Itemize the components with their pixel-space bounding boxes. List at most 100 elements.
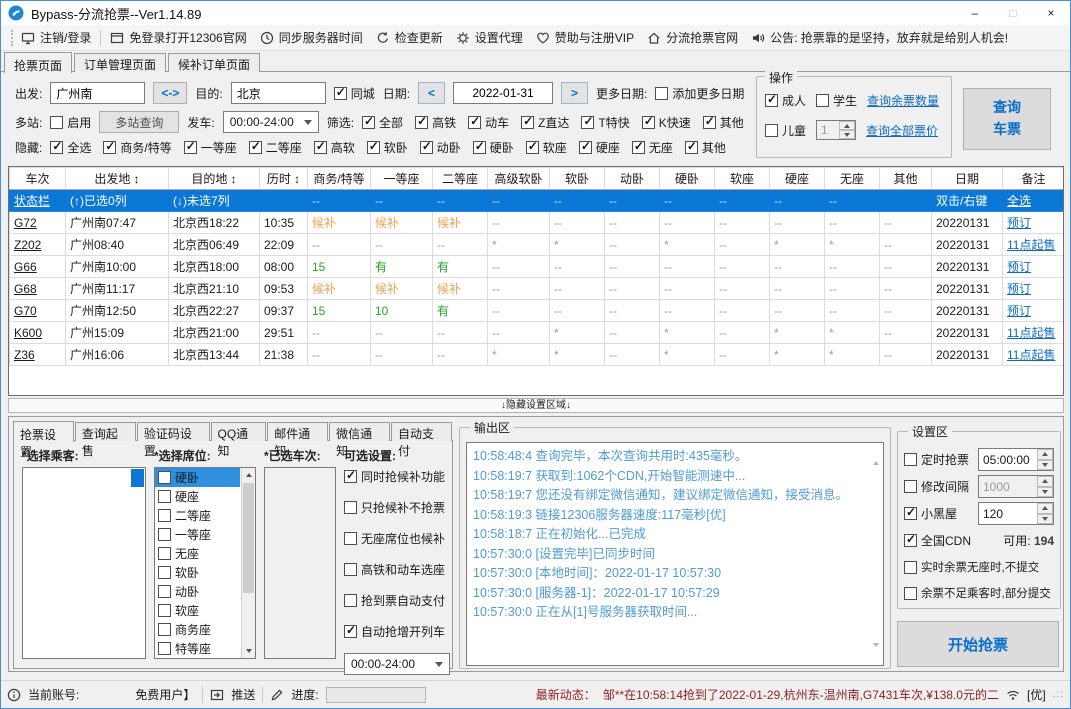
child-count-spinner[interactable]: 1 [816,120,857,140]
option-高铁和动车选座[interactable]: 高铁和动车选座 [344,558,452,580]
seat-checkbox-软卧[interactable]: 软卧 [158,564,199,581]
toolbar-item-3[interactable]: 同步服务器时间 [260,29,363,46]
seat-list-scrollbar[interactable] [241,468,255,658]
spinner-arrows[interactable] [1037,503,1053,524]
column-header-9[interactable]: 软卧 [549,167,605,190]
hide-checkbox-软座[interactable]: 软座 [525,139,567,156]
train-number[interactable]: G68 [9,277,66,300]
seat-option-特等座[interactable]: 特等座 [155,639,240,658]
passenger-list-selection[interactable] [131,469,144,487]
train-number[interactable]: K600 [9,321,66,344]
selected-trains-listbox[interactable] [264,467,336,659]
settings-tab-微信通知[interactable]: 微信通知 [329,422,391,458]
hide-checkbox-其他[interactable]: 其他 [684,139,726,156]
date-next-button[interactable]: > [561,82,589,104]
timed-grab-spinner[interactable]: 05:00:00 [978,448,1054,471]
blackroom-checkbox[interactable]: 小黑屋 [904,505,957,522]
note-link[interactable]: 全选 [1002,189,1063,212]
hide-checkbox-商务/特等[interactable]: 商务/特等 [103,139,172,156]
settings-tab-验证码设置[interactable]: 验证码设置 [136,422,210,458]
seat-checkbox-硬座[interactable]: 硬座 [158,488,199,505]
scroll-down-icon[interactable] [873,643,879,661]
passenger-listbox[interactable] [22,467,146,659]
depart-station-input[interactable] [50,82,146,104]
seat-option-硬卧[interactable]: 硬卧 [155,468,240,487]
multi-station-query-button[interactable]: 多站查询 [99,111,180,133]
column-header-17[interactable]: 备注 [1002,167,1063,190]
toolbar-item-5[interactable]: 设置代理 [456,29,523,46]
filter-checkbox-高铁[interactable]: 高铁 [415,114,456,131]
seat-option-一等座[interactable]: 一等座 [155,525,240,544]
train-row-G68[interactable]: G68 广州南11:17 北京西21:10 09:53 候补 候补 候补 -- -- -- -- --… [9,277,1063,300]
train-number[interactable]: 状态栏 [9,189,66,212]
settings-tab-抢票设置[interactable]: 抢票设置 [13,421,74,459]
national-cdn-checkbox[interactable]: 全国CDN [904,532,971,549]
page-tab-候补订单页面[interactable]: 候补订单页面 [168,53,261,72]
spinner-arrows[interactable] [839,121,856,139]
filter-checkbox-Z直达[interactable]: Z直达 [521,114,569,131]
date-input[interactable] [453,82,554,104]
train-row-G70[interactable]: G70 广州南12:50 北京西22:27 09:37 15 10 有 -- -- -- -- -- -… [9,299,1063,322]
blackroom-spinner[interactable]: 120 [978,502,1054,525]
interval-spinner[interactable]: 1000 [978,475,1054,498]
filter-checkbox-T特快[interactable]: T特快 [581,114,630,131]
partial-submit-checkbox[interactable]: 余票不足乘客时,部分提交 [904,585,1051,601]
note-link[interactable]: 预订 [1002,299,1063,322]
seat-checkbox-软座[interactable]: 软座 [158,602,199,619]
destination-station-input[interactable] [230,82,326,104]
column-header-14[interactable]: 无座 [824,167,880,190]
grab-time-range-dropdown[interactable]: 00:00-24:00 [344,653,450,675]
option-同时抢候补功能[interactable]: 同时抢候补功能 [344,465,452,487]
toolbar-item-7[interactable]: 分流抢票官网 [647,29,738,46]
depart-time-dropdown[interactable]: 00:00-24:00 [222,111,319,133]
timed-grab-checkbox[interactable]: 定时抢票 [904,451,969,468]
query-tickets-button[interactable]: 查询 车票 [963,88,1051,150]
scrollbar-thumb[interactable] [243,483,254,593]
column-header-13[interactable]: 硬座 [769,167,825,190]
hide-checkbox-二等座[interactable]: 二等座 [248,139,302,156]
column-header-7[interactable]: 二等座 [432,167,488,190]
multi-station-enable-checkbox[interactable]: 启用 [50,114,91,131]
seat-option-软卧[interactable]: 软卧 [155,563,240,582]
settings-tab-自动支付[interactable]: 自动支付 [391,422,452,458]
scroll-down-icon[interactable] [242,644,255,658]
hide-checkbox-硬卧[interactable]: 硬卧 [472,139,514,156]
note-link[interactable]: 11点起售 [1002,321,1063,344]
hide-checkbox-动卧[interactable]: 动卧 [419,139,461,156]
note-link[interactable]: 预订 [1002,255,1063,278]
column-header-8[interactable]: 高级软卧 [487,167,550,190]
page-tab-抢票页面[interactable]: 抢票页面 [4,52,73,73]
scroll-up-icon[interactable] [873,447,879,465]
filter-checkbox-K快速[interactable]: K快速 [641,114,691,131]
toolbar-item-6[interactable]: 赞助与注册VIP [536,29,634,46]
hide-checkbox-一等座[interactable]: 一等座 [183,139,237,156]
seat-option-二等座[interactable]: 二等座 [155,506,240,525]
seat-checkbox-商务座[interactable]: 商务座 [158,621,211,638]
seat-option-商务座[interactable]: 商务座 [155,620,240,639]
no-seat-no-submit-checkbox[interactable]: 实时余票无座时,不提交 [904,559,1039,575]
column-header-16[interactable]: 日期 [931,167,1003,190]
push-label[interactable]: 推送 [231,686,255,703]
train-row-Z36[interactable]: Z36 广州16:06 北京西13:44 21:38 -- -- -- * * -- * -- * * --… [9,343,1063,366]
filter-checkbox-其他[interactable]: 其他 [702,114,744,131]
note-link[interactable]: 11点起售 [1002,233,1063,256]
column-header-4[interactable]: 历时 ↕ [259,167,308,190]
hide-checkbox-高软[interactable]: 高软 [313,139,355,156]
seat-checkbox-无座[interactable]: 无座 [158,545,199,562]
add-more-dates-checkbox[interactable]: 添加更多日期 [655,85,744,102]
toolbar-item-4[interactable]: 检查更新 [376,29,443,46]
note-link[interactable]: 预订 [1002,211,1063,234]
seat-option-无座[interactable]: 无座 [155,544,240,563]
hide-checkbox-全选[interactable]: 全选 [50,139,91,156]
column-header-5[interactable]: 商务/特等 [307,167,371,190]
hide-checkbox-无座[interactable]: 无座 [631,139,673,156]
child-checkbox[interactable]: 儿童 [765,122,806,139]
filter-checkbox-动车[interactable]: 动车 [468,114,509,131]
seat-option-动卧[interactable]: 动卧 [155,582,240,601]
hide-settings-bar[interactable]: ↓隐藏设置区域↓ [8,398,1064,413]
settings-tab-查询起售[interactable]: 查询起售 [74,422,136,458]
train-row-K600[interactable]: K600 广州15:09 北京西21:00 29:51 -- -- -- -- * -- * -- * *… [9,321,1063,344]
train-number[interactable]: Z202 [9,233,66,256]
interval-checkbox[interactable]: 修改间隔 [904,478,969,495]
start-grab-button[interactable]: 开始抢票 [897,621,1059,667]
